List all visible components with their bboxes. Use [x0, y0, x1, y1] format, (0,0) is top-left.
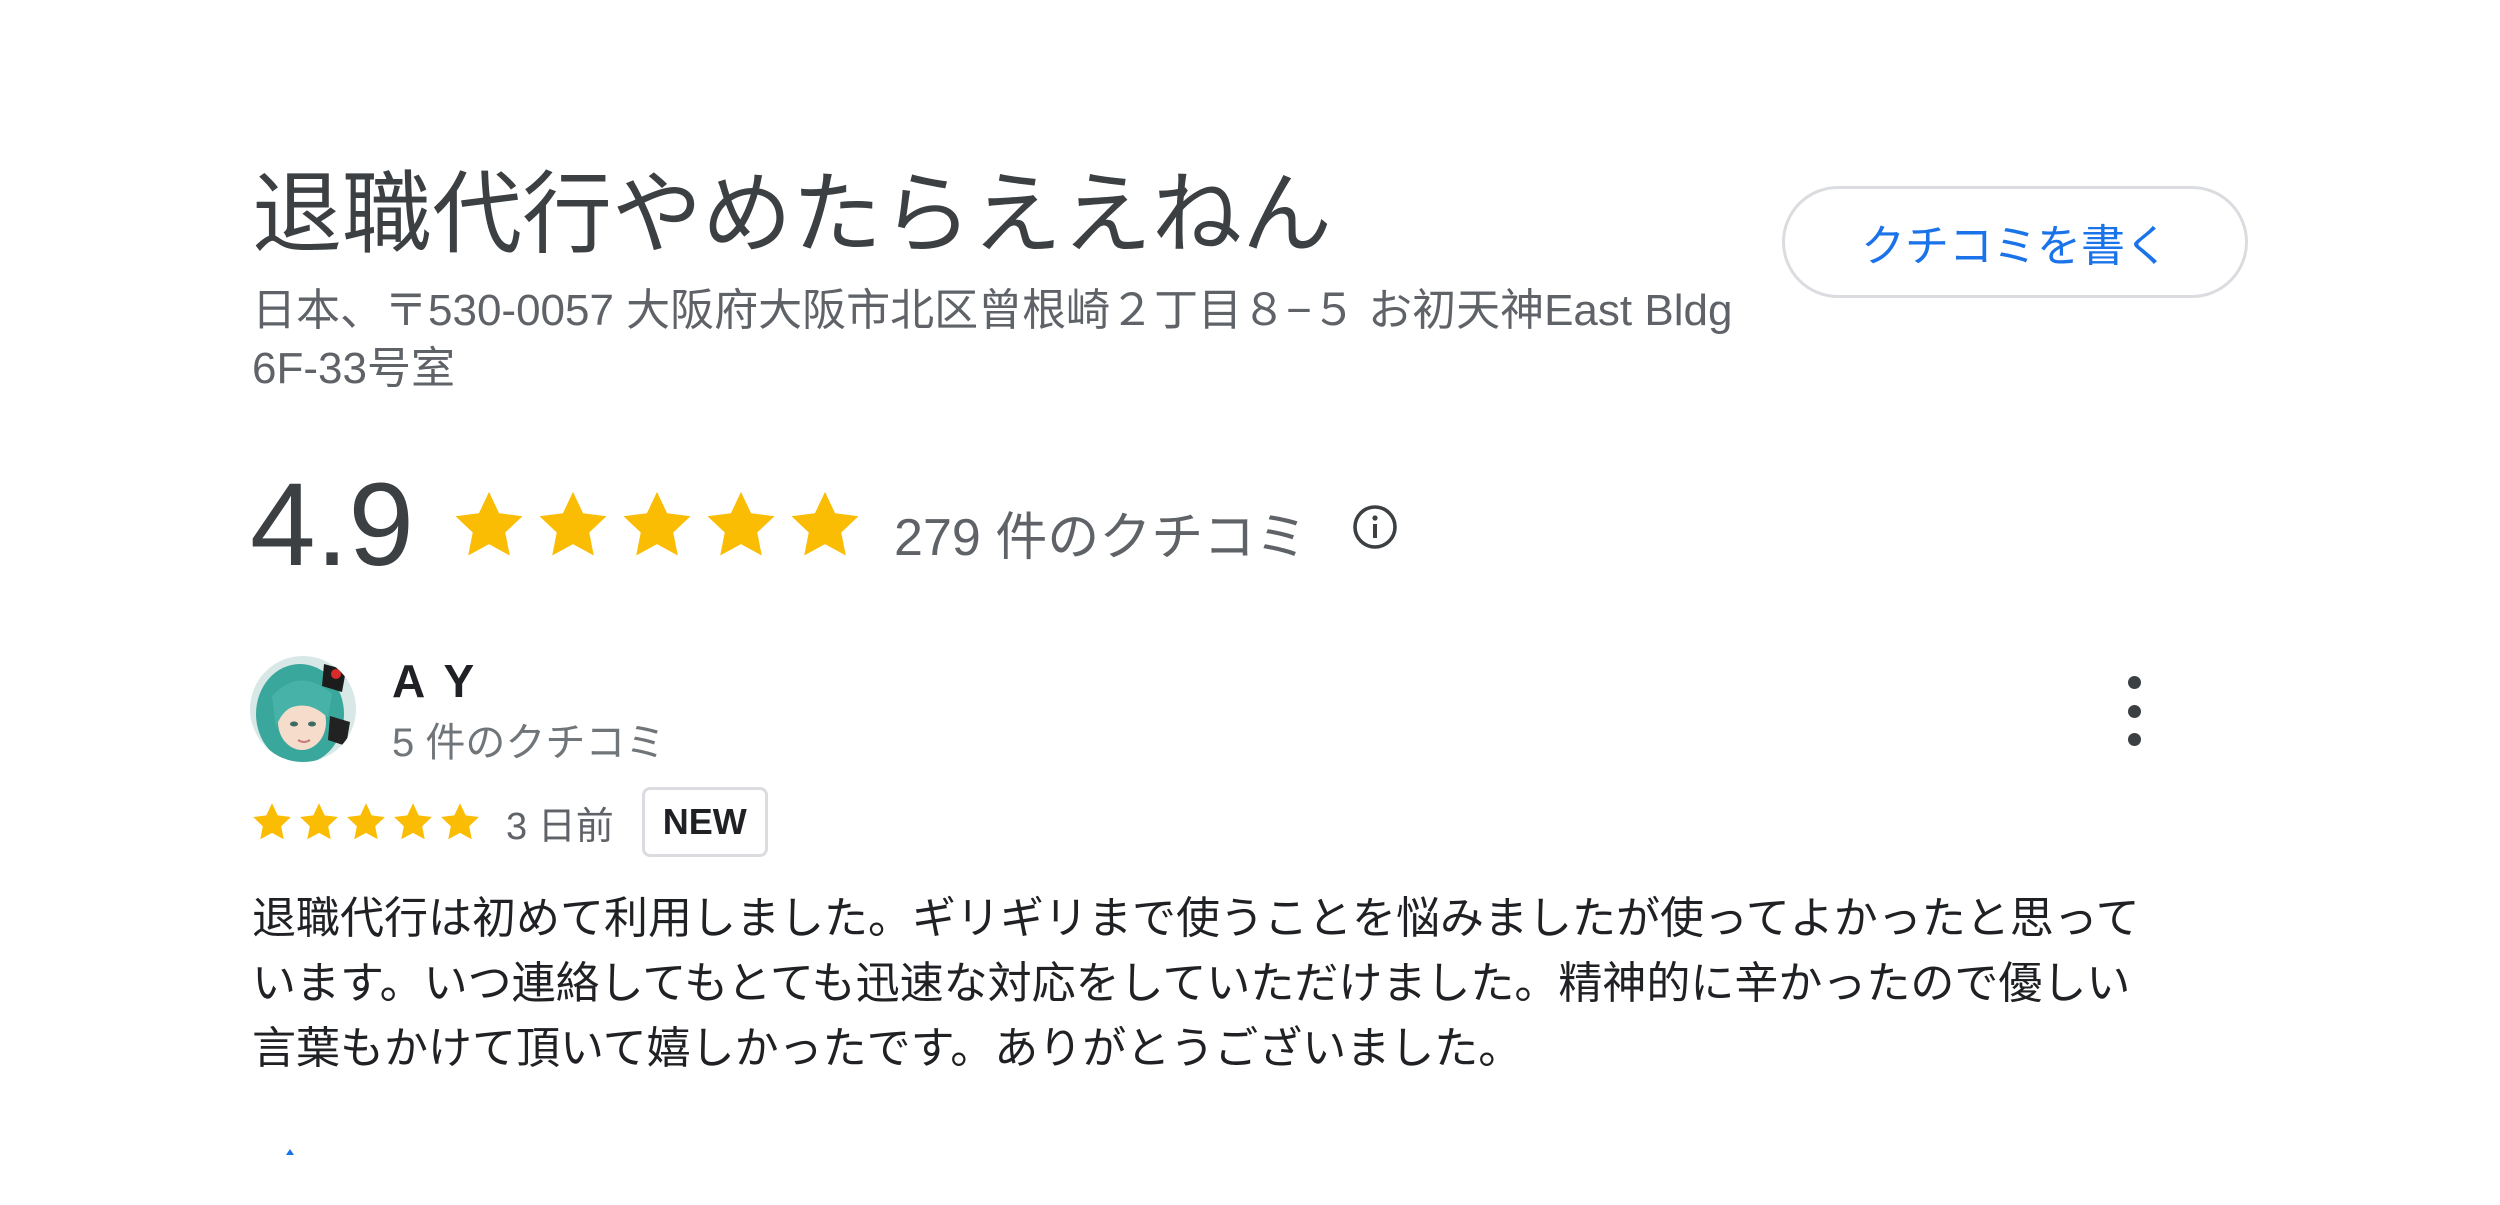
average-rating-stars	[450, 486, 864, 564]
business-address: 日本、〒530-0057 大阪府大阪市北区曾根崎２丁目８−５ お初天神East …	[252, 286, 1733, 393]
new-badge: NEW	[641, 787, 768, 857]
review-meta: 3 日前 NEW	[250, 786, 768, 858]
more-options-button[interactable]	[2110, 676, 2158, 746]
star-icon	[791, 491, 859, 556]
star-icon	[539, 491, 607, 556]
star-icon	[455, 491, 523, 556]
star-icon	[347, 803, 385, 840]
rating-summary: 4.9 279 件のクチコミ	[250, 460, 1399, 590]
more-vert-icon	[2127, 676, 2141, 689]
write-review-button[interactable]: クチコミを書く	[1782, 186, 2248, 298]
average-rating: 4.9	[250, 459, 415, 591]
review-date: 3 日前	[506, 805, 614, 848]
reviewer-name[interactable]: A Y	[392, 654, 478, 708]
star-icon	[623, 491, 691, 556]
reviewer-review-count: 5 件のクチコミ	[392, 721, 666, 765]
partial-icon	[286, 1149, 294, 1155]
total-review-count: 279 件のクチコミ	[894, 508, 1308, 567]
star-icon	[441, 803, 479, 840]
star-icon	[707, 491, 775, 556]
reviewer-avatar[interactable]	[250, 656, 356, 762]
star-icon	[253, 803, 291, 840]
star-icon	[300, 803, 338, 840]
star-icon	[394, 803, 432, 840]
info-icon[interactable]	[1351, 503, 1399, 551]
business-title: 退職代行やめたらええねん	[252, 165, 1332, 265]
review-text: 退職代行は初めて利用しました。ギリギリまで使うことを悩みましたが使ってよかったと…	[252, 894, 2140, 1073]
review-rating-stars	[250, 800, 482, 844]
